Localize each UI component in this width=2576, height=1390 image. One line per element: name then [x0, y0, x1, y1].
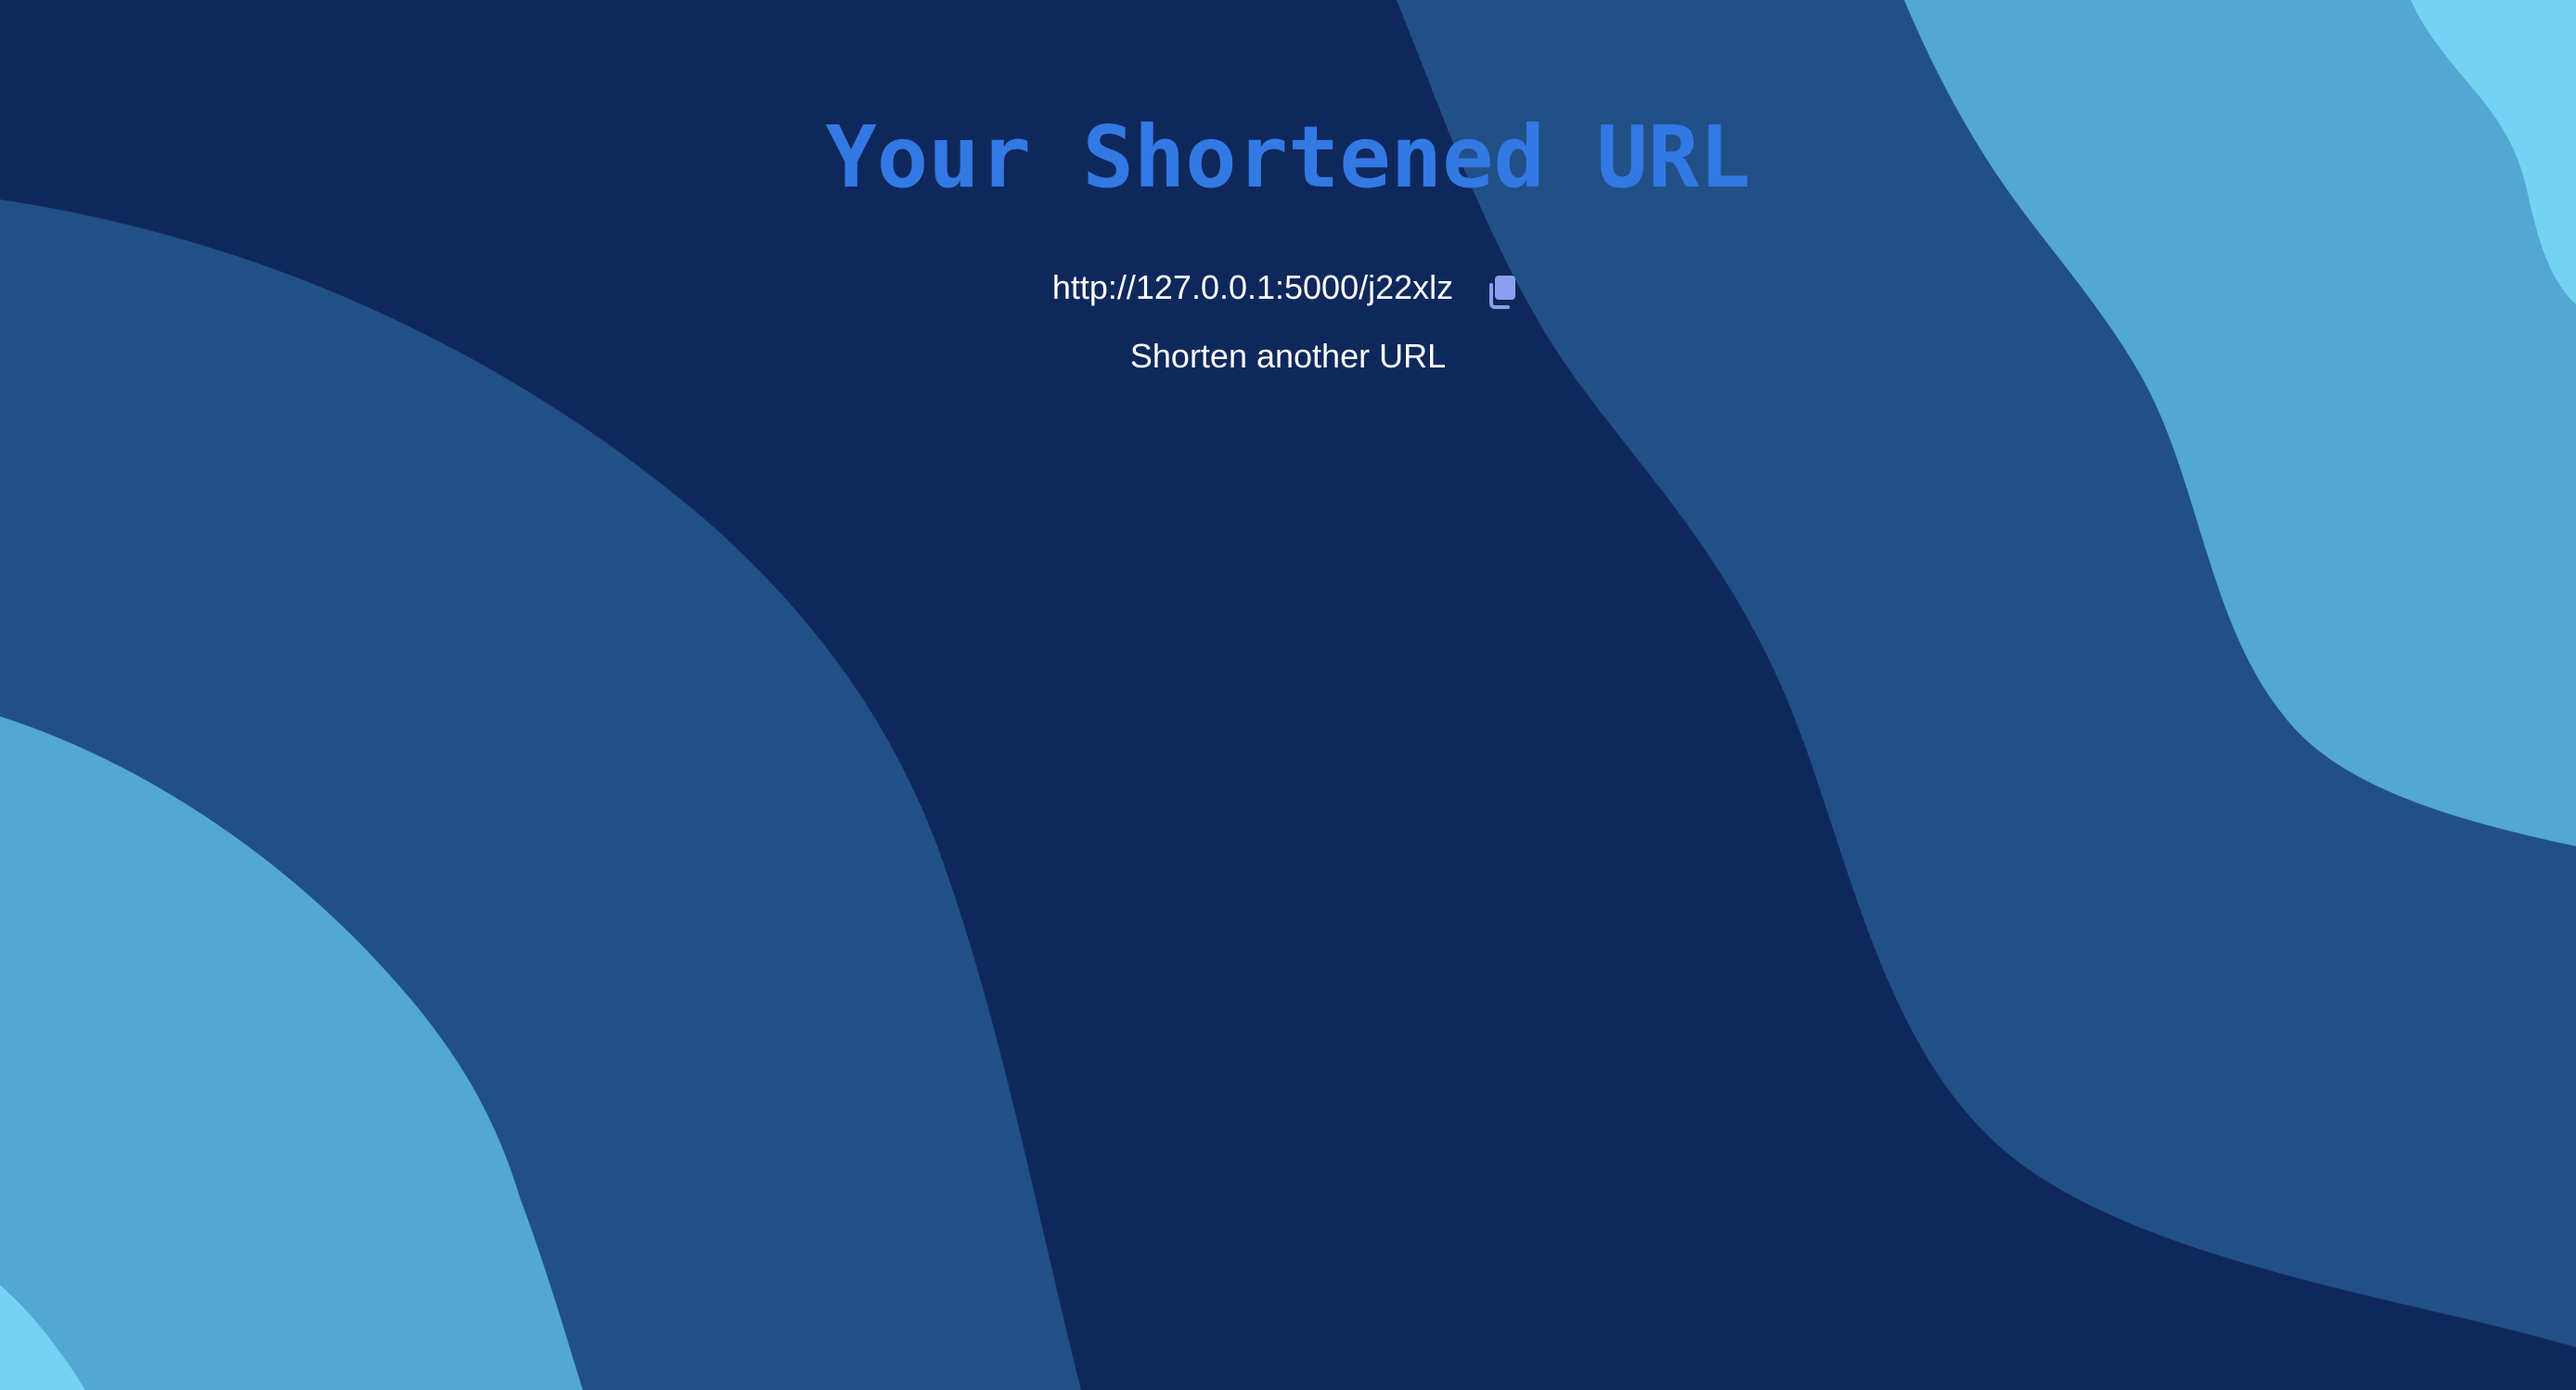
copy-icon — [1489, 276, 1516, 309]
short-url-link[interactable]: http://127.0.0.1:5000/j22xlz — [1052, 265, 1453, 310]
page: Your Shortened URL http://127.0.0.1:5000… — [0, 0, 2576, 1390]
copy-button[interactable] — [1483, 271, 1524, 312]
shorten-another-link[interactable]: Shorten another URL — [0, 332, 2576, 380]
result-panel: Your Shortened URL http://127.0.0.1:5000… — [0, 0, 2576, 1390]
short-url-row: http://127.0.0.1:5000/j22xlz — [0, 260, 2576, 315]
page-title: Your Shortened URL — [825, 108, 1751, 207]
